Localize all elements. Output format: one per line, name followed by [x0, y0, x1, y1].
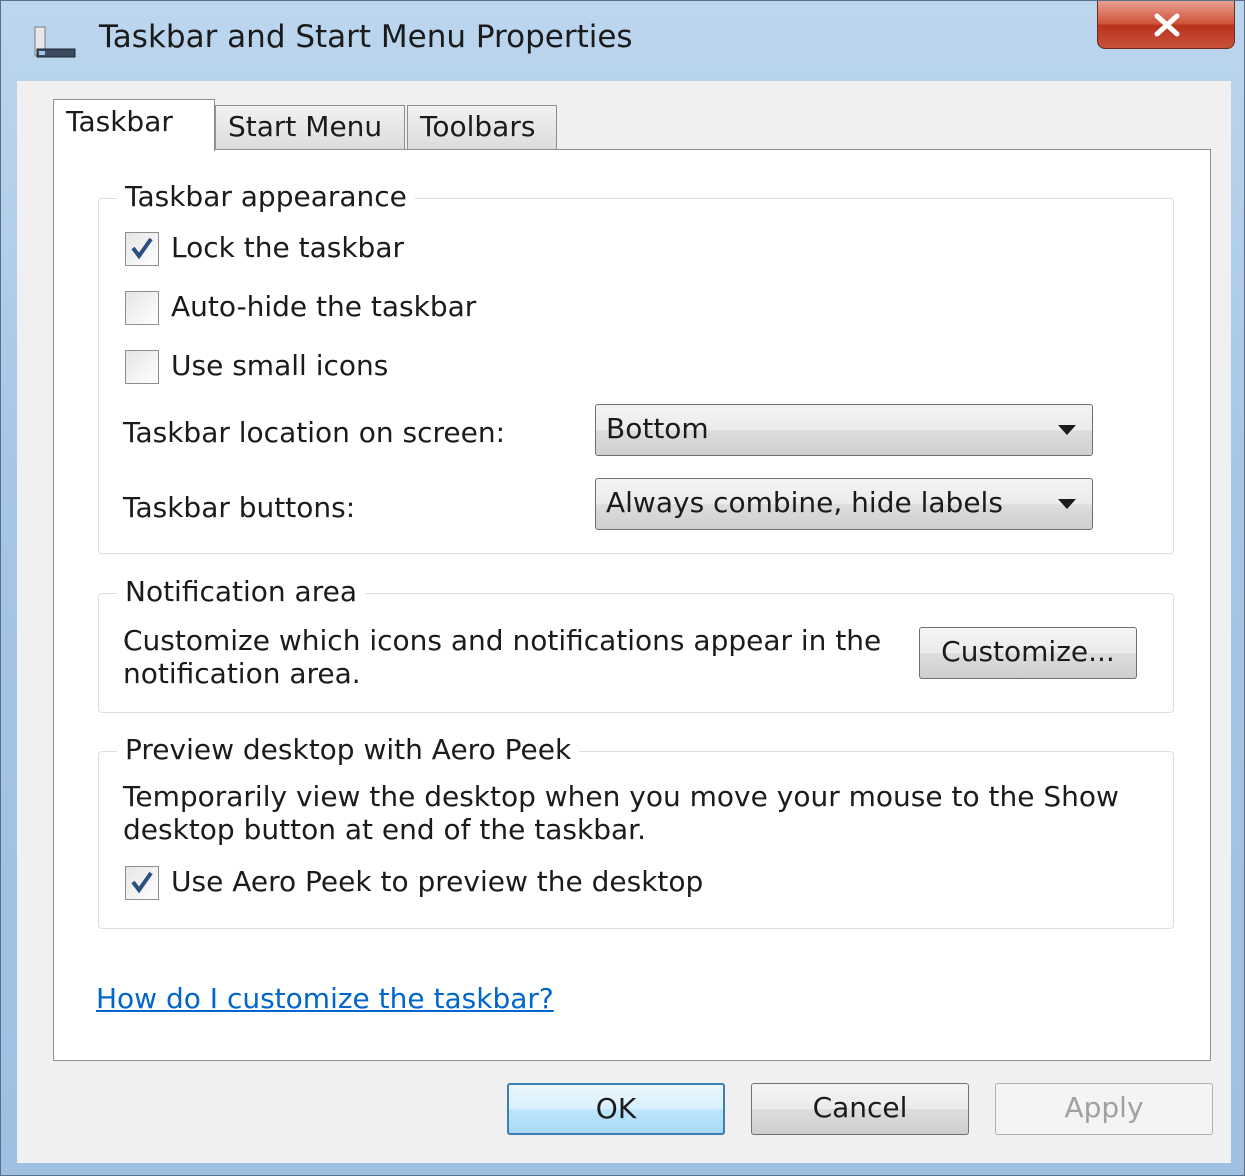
lock-taskbar-checkbox[interactable]	[125, 232, 159, 266]
tab-label: Start Menu	[228, 110, 383, 143]
checkmark-icon	[131, 871, 153, 894]
customize-button[interactable]: Customize...	[919, 627, 1137, 679]
small-icons-label[interactable]: Use small icons	[171, 349, 388, 382]
autohide-checkbox[interactable]	[125, 291, 159, 325]
tab-panel-taskbar: Taskbar appearance Lock the taskbar Auto…	[53, 149, 1211, 1061]
tab-taskbar[interactable]: Taskbar	[53, 99, 215, 151]
close-button[interactable]	[1097, 1, 1235, 49]
tab-toolbars[interactable]: Toolbars	[407, 105, 557, 149]
group-legend: Preview desktop with Aero Peek	[117, 733, 580, 766]
tab-start-menu[interactable]: Start Menu	[215, 105, 405, 149]
dialog-client-area: Taskbar Start Menu Toolbars Taskbar appe…	[17, 81, 1231, 1163]
chevron-down-icon	[1058, 425, 1076, 435]
title-bar[interactable]: Taskbar and Start Menu Properties	[1, 1, 1245, 81]
dialog-window: Taskbar and Start Menu Properties Taskba…	[0, 0, 1245, 1176]
group-taskbar-appearance: Taskbar appearance Lock the taskbar Auto…	[98, 180, 1174, 554]
close-icon	[1154, 13, 1180, 37]
group-notification-area: Notification area Customize which icons …	[98, 575, 1174, 713]
location-value: Bottom	[606, 412, 709, 445]
chevron-down-icon	[1058, 499, 1076, 509]
location-dropdown[interactable]: Bottom	[595, 404, 1093, 456]
cancel-button[interactable]: Cancel	[751, 1083, 969, 1135]
checkmark-icon	[131, 237, 153, 260]
use-aero-peek-checkbox[interactable]	[125, 866, 159, 900]
location-label: Taskbar location on screen:	[123, 416, 506, 449]
buttons-dropdown[interactable]: Always combine, hide labels	[595, 478, 1093, 530]
small-icons-checkbox[interactable]	[125, 350, 159, 384]
autohide-label[interactable]: Auto-hide the taskbar	[171, 290, 476, 323]
window-title: Taskbar and Start Menu Properties	[99, 19, 633, 55]
buttons-value: Always combine, hide labels	[606, 486, 1003, 519]
taskbar-icon	[33, 23, 77, 59]
group-legend: Notification area	[117, 575, 365, 608]
aero-peek-description: Temporarily view the desktop when you mo…	[123, 780, 1119, 846]
buttons-label: Taskbar buttons:	[123, 491, 356, 524]
lock-taskbar-label[interactable]: Lock the taskbar	[171, 231, 404, 264]
group-legend: Taskbar appearance	[117, 180, 415, 213]
apply-button[interactable]: Apply	[995, 1083, 1213, 1135]
ok-button[interactable]: OK	[507, 1083, 725, 1135]
notification-description: Customize which icons and notifications …	[123, 624, 882, 690]
tab-label: Taskbar	[66, 105, 173, 138]
help-link[interactable]: How do I customize the taskbar?	[96, 982, 554, 1015]
group-aero-peek: Preview desktop with Aero Peek Temporari…	[98, 733, 1174, 929]
use-aero-peek-label[interactable]: Use Aero Peek to preview the desktop	[171, 865, 703, 898]
tab-label: Toolbars	[420, 110, 536, 143]
